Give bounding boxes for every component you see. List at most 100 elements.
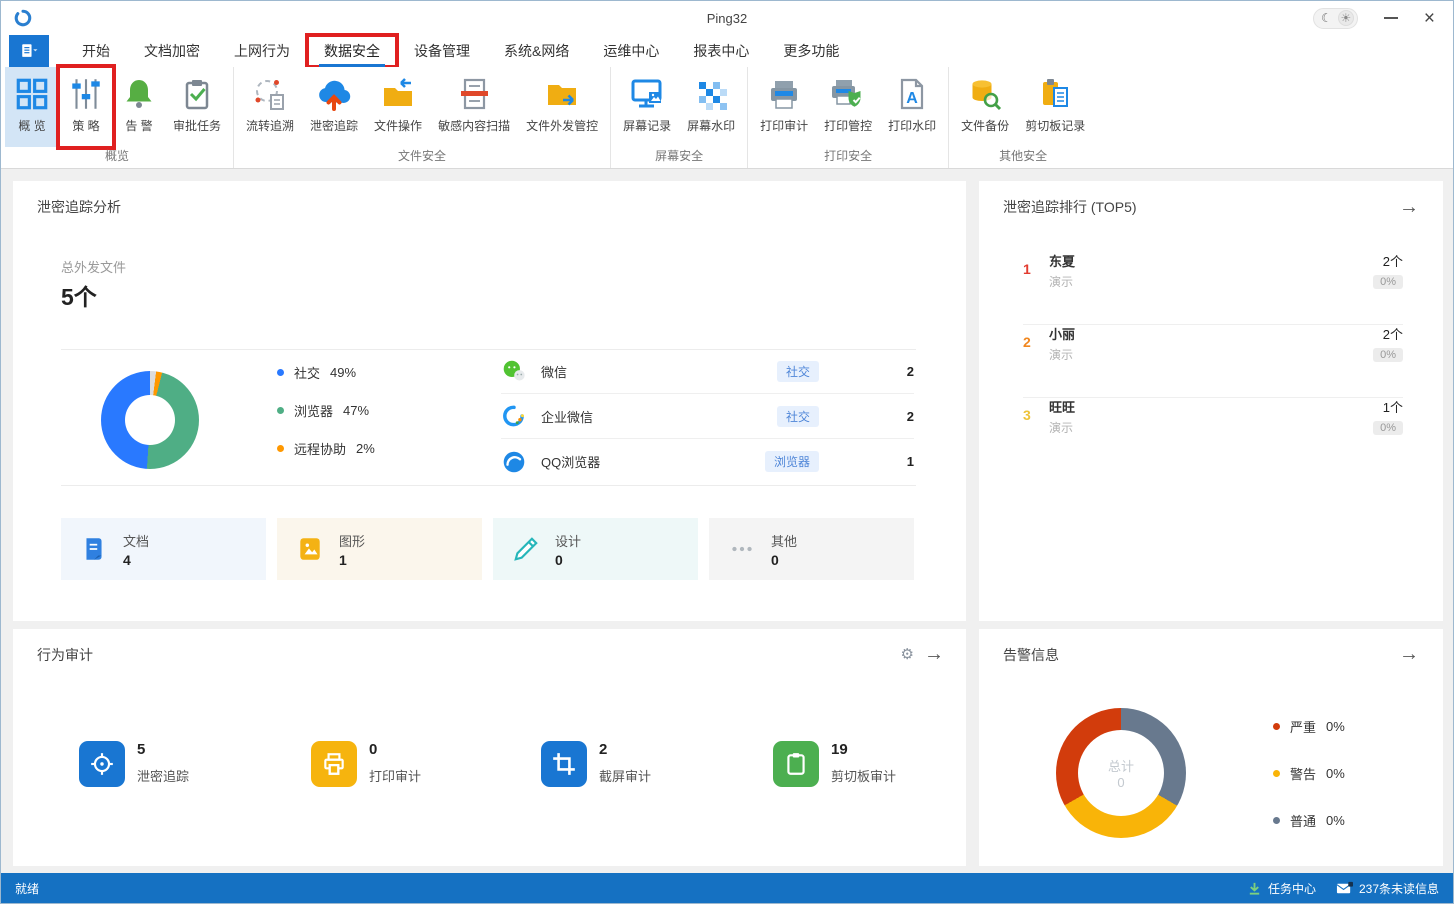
arrow-right-icon[interactable]: → — [924, 644, 944, 664]
document-card-icon — [79, 534, 109, 564]
moon-icon[interactable]: ☾ — [1317, 11, 1336, 25]
policy-sliders-icon — [67, 73, 105, 115]
status-ready: 就绪 — [15, 881, 40, 896]
overview-button[interactable]: 概 览 — [5, 67, 59, 147]
qq-browser-icon — [501, 449, 527, 475]
tab-doc-encryption[interactable]: 文档加密 — [127, 35, 217, 67]
folder-export-icon — [543, 73, 581, 115]
monitor-record-icon — [628, 73, 666, 115]
total-outgoing-value: 5个 — [61, 284, 97, 310]
ribbon-group-file-security: 流转追溯 泄密追踪 文件操作 敏感内容扫描 文件外发管控 文件安全 — [233, 67, 610, 168]
ribbon-group-other-security: 文件备份 剪切板记录 其他安全 — [948, 67, 1097, 168]
printer-icon — [766, 73, 802, 115]
card-graphics: 图形 1 — [277, 518, 482, 580]
legend-item-normal: 普通 0% — [1273, 811, 1345, 830]
ribbon-group-label: 打印安全 — [824, 149, 873, 163]
tab-more-features[interactable]: 更多功能 — [766, 35, 856, 67]
printer-mini-icon — [311, 741, 357, 787]
print-watermark-button[interactable]: A 打印水印 — [880, 67, 944, 147]
behavior-audit-panel: 行为审计 ⚙ → 5 泄密追踪 0 打印审计 2 截屏审计 19 剪切板审计 — [13, 629, 966, 866]
task-center-button[interactable]: 任务中心 — [1247, 880, 1316, 897]
status-bar: 就绪 任务中心 237条未读信息 — [1, 873, 1453, 903]
panel-title: 泄密追踪分析 — [37, 199, 121, 215]
percent-badge: 0% — [1373, 275, 1403, 289]
print-control-button[interactable]: 打印管控 — [816, 67, 880, 147]
cloud-upload-icon — [315, 73, 353, 115]
print-audit-button[interactable]: 打印审计 — [752, 67, 816, 147]
unread-messages-button[interactable]: 237条未读信息 — [1336, 880, 1439, 897]
printer-shield-icon — [829, 73, 867, 115]
sun-icon[interactable]: ☀ — [1337, 10, 1354, 26]
ribbon-group-overview: 概 览 策 略 告 警 审批任务 概览 — [1, 64, 233, 168]
clipboard-record-button[interactable]: 剪切板记录 — [1017, 67, 1093, 147]
alerts-donut-center: 总计 0 — [1107, 759, 1134, 790]
screen-watermark-button[interactable]: 屏幕水印 — [679, 67, 743, 147]
file-outgoing-control-button[interactable]: 文件外发管控 — [518, 67, 606, 147]
flow-trace-button[interactable]: 流转追溯 — [238, 67, 302, 147]
tab-report-center[interactable]: 报表中心 — [676, 35, 766, 67]
category-badge: 浏览器 — [764, 451, 819, 472]
file-backup-button[interactable]: 文件备份 — [953, 67, 1017, 147]
ribbon-group-label: 其他安全 — [999, 149, 1048, 163]
legend-dot — [1273, 770, 1280, 777]
alert-button[interactable]: 告 警 — [113, 67, 165, 147]
tab-ops-center[interactable]: 运维中心 — [586, 35, 676, 67]
clipboard-mini-icon — [773, 741, 819, 787]
legend-item-remote: 远程协助 2% — [277, 439, 375, 458]
folder-return-icon — [379, 73, 417, 115]
theme-toggle[interactable]: ☾ ☀ — [1313, 7, 1358, 29]
arrow-right-icon[interactable]: → — [1399, 644, 1419, 664]
download-icon — [1249, 882, 1260, 895]
tab-data-security[interactable]: 数据安全 — [305, 33, 399, 69]
rank-row-1: 1 东夏 演示 2个 0% — [1023, 254, 1403, 289]
pen-card-icon — [511, 534, 541, 564]
target-icon — [79, 741, 125, 787]
approval-tasks-button[interactable]: 审批任务 — [165, 67, 229, 147]
close-button[interactable]: × — [1424, 9, 1435, 28]
ribbon-group-label: 屏幕安全 — [655, 149, 704, 163]
dashboard-content: 泄密追踪分析 总外发文件 5个 社交 49% 浏览器 47% 远程协助 2% 微… — [1, 169, 1453, 873]
sensitive-scan-button[interactable]: 敏感内容扫描 — [430, 67, 518, 147]
panel-title: 告警信息 — [1003, 647, 1059, 663]
document-scan-icon — [456, 73, 492, 115]
trace-cycle-icon — [252, 73, 288, 115]
wecom-icon — [501, 403, 527, 429]
leak-trace-button[interactable]: 泄密追踪 — [302, 67, 366, 147]
percent-badge: 0% — [1373, 348, 1403, 362]
clipboard-document-icon — [1037, 73, 1073, 115]
minimize-button[interactable] — [1383, 17, 1398, 19]
channel-donut-chart — [101, 371, 199, 469]
panel-title: 行为审计 — [37, 647, 93, 663]
ribbon-group-label: 文件安全 — [398, 149, 447, 163]
gear-icon[interactable]: ⚙ — [901, 647, 914, 662]
audit-item-print: 0 打印审计 — [311, 741, 531, 789]
leak-analysis-panel: 泄密追踪分析 总外发文件 5个 社交 49% 浏览器 47% 远程协助 2% 微… — [13, 181, 966, 621]
tab-device-management[interactable]: 设备管理 — [397, 35, 487, 67]
category-badge: 社交 — [776, 405, 819, 427]
arrow-right-icon[interactable]: → — [1399, 197, 1419, 217]
category-badge: 社交 — [776, 360, 819, 382]
overview-grid-icon — [13, 73, 51, 115]
file-operations-button[interactable]: 文件操作 — [366, 67, 430, 147]
panel-title: 泄密追踪排行 (TOP5) — [1003, 199, 1137, 215]
message-icon — [1336, 881, 1353, 894]
file-menu-button[interactable] — [9, 35, 49, 67]
wechat-icon — [501, 358, 527, 384]
tab-system-network[interactable]: 系统&网络 — [487, 35, 586, 67]
ping32-window: Ping32 ☾ ☀ × 开始 文档加密 上网行为 数据安全 设备管理 系统&网… — [0, 0, 1454, 904]
tab-web-behavior[interactable]: 上网行为 — [217, 35, 307, 67]
legend-dot — [277, 369, 284, 376]
total-outgoing-label: 总外发文件 — [61, 260, 127, 275]
screen-record-button[interactable]: 屏幕记录 — [615, 67, 679, 147]
tab-home[interactable]: 开始 — [65, 35, 127, 67]
legend-item-critical: 严重 0% — [1273, 717, 1345, 736]
legend-dot — [1273, 817, 1280, 824]
clipboard-check-icon — [179, 73, 215, 115]
app-row-qqbrowser: QQ浏览器 浏览器 1 — [501, 439, 914, 484]
audit-item-clipboard: 19 剪切板审计 — [773, 741, 993, 789]
policy-button[interactable]: 策 略 — [56, 64, 116, 150]
card-documents: 文档 4 — [61, 518, 266, 580]
legend-dot — [277, 407, 284, 414]
crop-icon — [541, 741, 587, 787]
legend-item-social: 社交 49% — [277, 363, 356, 382]
